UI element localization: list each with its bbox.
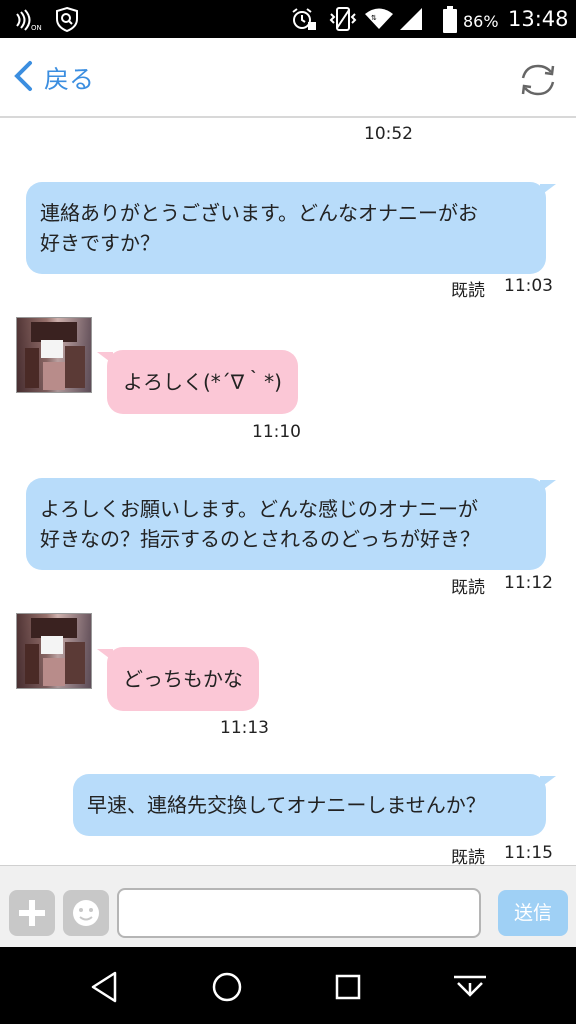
emoji-button[interactable] [63, 890, 109, 936]
my-message-bubble: 早速、連絡先交換してオナニーしませんか？ [73, 774, 556, 836]
message-line: 好きなの？指示するのとされるのどっちが好き？ [40, 527, 480, 551]
wifi-icon: ⇅ [364, 6, 394, 36]
back-triangle-icon [83, 971, 127, 1013]
header: 戻る [0, 38, 576, 118]
status-bar: ON ⇅ 86% 13:48 [0, 0, 576, 38]
message-line: よろしく(*´∇｀*) [123, 370, 282, 394]
message-input[interactable] [117, 888, 481, 938]
svg-text:ON: ON [31, 24, 42, 32]
vibrate-icon [328, 6, 358, 36]
recents-square-icon [326, 974, 370, 1013]
avatar[interactable] [16, 613, 92, 689]
smiley-icon [63, 900, 109, 940]
read-label: 既読 [451, 848, 485, 865]
signal-icon [398, 6, 424, 36]
battery-icon [442, 6, 458, 38]
send-button[interactable]: 送信 [498, 890, 568, 936]
nav-notification-button[interactable] [448, 965, 492, 1009]
message-line: どっちもかな [123, 667, 243, 691]
navigation-bar [0, 947, 576, 1024]
back-label: 戻る [44, 65, 95, 94]
svg-text:⇅: ⇅ [371, 14, 377, 22]
nav-recents-button[interactable] [326, 965, 370, 1009]
plus-button[interactable] [9, 890, 55, 936]
back-button[interactable]: 戻る [12, 58, 94, 98]
chat-area[interactable]: 10:52 連絡ありがとうございます。どんなオナニーがお 好きですか？ 既読 1… [0, 120, 576, 865]
message-line: 早速、連絡先交換してオナニーしませんか？ [87, 793, 486, 817]
my-message-bubble: よろしくお願いします。どんな感じのオナニーが 好きなの？指示するのとされるのどっ… [26, 478, 556, 570]
message-line: 好きですか？ [40, 231, 160, 255]
timestamp: 11:15 [504, 843, 553, 863]
my-message-bubble: 連絡ありがとうございます。どんなオナニーがお 好きですか？ [26, 182, 556, 274]
timestamp: 10:52 [364, 124, 413, 144]
battery-percent: 86% [463, 12, 499, 31]
read-label: 既読 [451, 578, 485, 598]
security-shield-icon [54, 6, 80, 36]
plus-icon [9, 900, 55, 940]
refresh-button[interactable] [516, 58, 560, 102]
timestamp: 11:10 [252, 422, 301, 442]
nav-back-button[interactable] [83, 965, 127, 1009]
message-line: よろしくお願いします。どんな感じのオナニーが [40, 497, 478, 521]
notification-pull-icon [448, 975, 492, 1013]
input-bar: 送信 [0, 865, 576, 947]
timestamp: 11:12 [504, 573, 553, 593]
their-message-bubble: よろしく(*´∇｀*) [97, 350, 298, 414]
nfc-on-icon: ON [14, 6, 44, 36]
alarm-icon [290, 6, 318, 36]
avatar[interactable] [16, 317, 92, 393]
their-message-bubble: どっちもかな [97, 647, 259, 711]
status-time: 13:48 [508, 7, 569, 31]
read-label: 既読 [451, 281, 485, 301]
timestamp: 11:03 [504, 276, 553, 296]
chevron-left-icon [12, 60, 34, 96]
timestamp: 11:13 [220, 718, 269, 738]
home-circle-icon [205, 972, 249, 1013]
message-line: 連絡ありがとうございます。どんなオナニーがお [40, 201, 478, 225]
refresh-icon [516, 64, 560, 106]
nav-home-button[interactable] [205, 965, 249, 1009]
